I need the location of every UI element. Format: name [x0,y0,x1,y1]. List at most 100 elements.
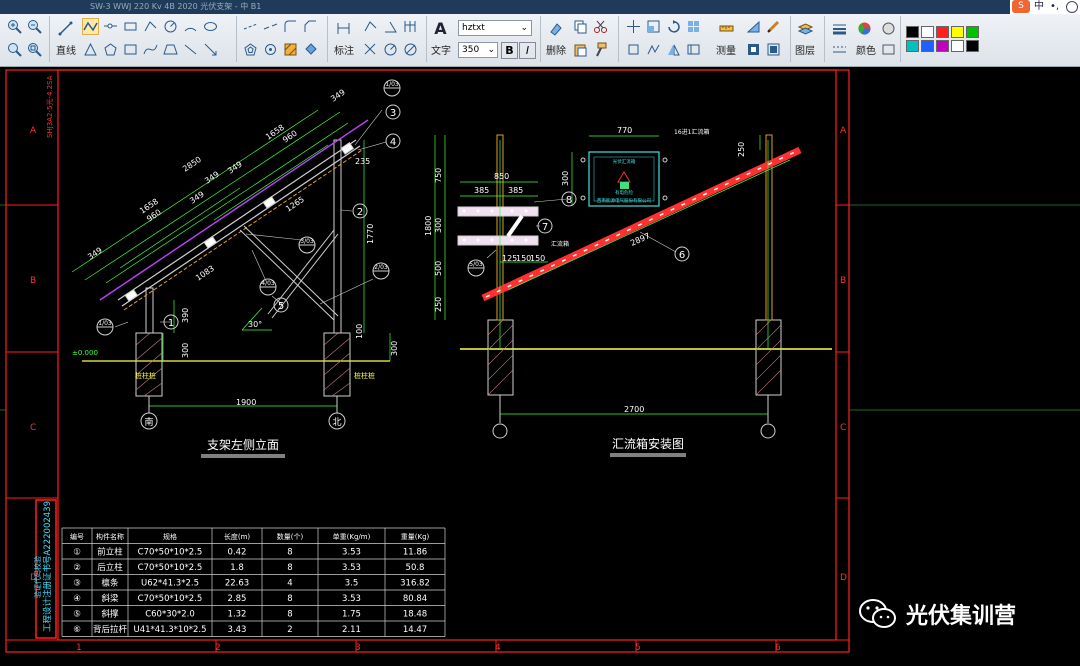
bold-button[interactable]: B [501,42,518,59]
rect-pline-button[interactable] [122,18,139,35]
measure-icon[interactable] [718,20,735,37]
xline-button[interactable] [202,41,219,58]
color-swatch[interactable] [951,40,964,52]
rectangle-button[interactable] [122,41,139,58]
dash-line-button[interactable] [242,18,259,35]
drawing-canvas[interactable]: A A B B C C D D 1 2 3 4 5 6 SHJ3A2-5光-4.… [0,67,1080,666]
block-button[interactable] [745,41,762,58]
dim-750: 750 [434,168,443,183]
diameter-dim-button[interactable] [402,41,419,58]
dim-850: 850 [494,172,509,181]
circle-button[interactable] [162,18,179,35]
layer-icon[interactable] [797,20,814,37]
break-button[interactable] [262,18,279,35]
properties-icon[interactable] [880,41,897,58]
move-button[interactable] [625,18,642,35]
rotate-button[interactable] [262,41,279,58]
ray-button[interactable] [182,41,199,58]
offset-button[interactable] [242,41,259,58]
scale-button[interactable] [645,18,662,35]
copy-button[interactable] [572,18,589,35]
pile-label-left: 桩柱桩 [135,371,156,380]
color-swatch[interactable] [906,26,919,38]
zoom-in-button[interactable] [6,18,23,35]
pentagon-button[interactable] [102,41,119,58]
trim-button[interactable] [645,41,662,58]
section-ref-e: 2/03 [374,264,388,271]
trapezoid-button[interactable] [162,41,179,58]
spline-button[interactable] [142,18,159,35]
dimension-label: 标注 [334,46,354,57]
table-cell: ④ [73,594,81,604]
polyline-button[interactable] [82,18,99,35]
mirror-button[interactable] [665,41,682,58]
font-name-select[interactable]: hztxt ⌄ [458,20,532,36]
italic-button[interactable]: I [519,42,536,59]
rotate-view-button[interactable] [665,18,682,35]
ellipse-button[interactable] [202,18,219,35]
format-painter-icon[interactable] [592,41,609,58]
window-tab[interactable]: SW-3 WWJ 220 Kv 4B 2020 光伏支架 - 中 B1 [90,1,261,13]
insert-button[interactable] [765,41,782,58]
color-swatch[interactable] [966,40,979,52]
pencil-icon[interactable] [765,18,782,35]
pile-label-right: 桩柱桩 [354,371,375,380]
dimension-button[interactable] [335,20,352,37]
dim-300-left: 300 [181,343,190,358]
extend-button[interactable] [685,41,702,58]
cut-icon[interactable] [592,18,609,35]
table-cell: 80.84 [403,594,427,604]
zoom-extents-button[interactable] [26,41,43,58]
baseline-dim-button[interactable] [402,18,419,35]
color-swatch[interactable] [936,26,949,38]
arc-button[interactable] [182,18,199,35]
array-button[interactable] [685,18,702,35]
color-swatch[interactable] [921,26,934,38]
color-swatch[interactable] [906,40,919,52]
row-marker-a-right: A [840,126,847,136]
text-tool-icon[interactable]: A [432,20,449,37]
triangle-button[interactable] [82,41,99,58]
radius-dim-button[interactable] [382,41,399,58]
dim-385-right: 385 [508,186,523,195]
section-ref-f: 5/03 [469,261,483,268]
color-wheel-icon[interactable] [856,20,873,37]
color-swatch[interactable] [951,26,964,38]
font-size-select[interactable]: 350 ⌄ [458,42,498,58]
color-swatch[interactable] [936,40,949,52]
table-header-cell: 构件名称 [96,532,124,541]
fillet-button[interactable] [282,18,299,35]
eraser-icon[interactable] [547,20,564,37]
table-cell: C60*30*2.0 [145,610,195,620]
line-tool-button[interactable] [57,20,74,37]
dim-250-top: 250 [737,142,746,157]
linetype-icon[interactable] [831,41,848,58]
left-view-title: 支架左侧立面 [207,437,279,452]
zoom-out-button[interactable] [26,18,43,35]
lineweight-icon[interactable] [831,20,848,37]
paste-button[interactable] [572,41,589,58]
dim-349-b: 349 [86,246,104,262]
hatch-button[interactable] [282,41,299,58]
color-swatch[interactable] [921,40,934,52]
chamfer-button[interactable] [302,18,319,35]
stretch-button[interactable] [625,41,642,58]
match-prop-icon[interactable] [880,20,897,37]
aligned-dim-button[interactable] [362,18,379,35]
fill-button[interactable] [302,41,319,58]
zoom-window-button[interactable] [6,41,23,58]
ime-indicator[interactable]: S 中 •, [1010,0,1080,14]
callout-2: 2 [357,207,363,218]
dim-1770: 1770 [366,224,375,244]
table-header-cell: 编号 [70,532,84,541]
table-cell: 檩条 [101,578,119,589]
leader-button[interactable] [362,41,379,58]
table-cell: 18.48 [403,610,427,620]
multi-line-button[interactable] [102,18,119,35]
curve-button[interactable] [142,41,159,58]
table-cell: C70*50*10*2.5 [138,563,203,573]
color-swatch[interactable] [966,26,979,38]
area-button[interactable] [745,18,762,35]
angle-dim-button[interactable] [382,18,399,35]
registration-stamp: 工程设计注册证书号A222002439 [42,501,53,632]
